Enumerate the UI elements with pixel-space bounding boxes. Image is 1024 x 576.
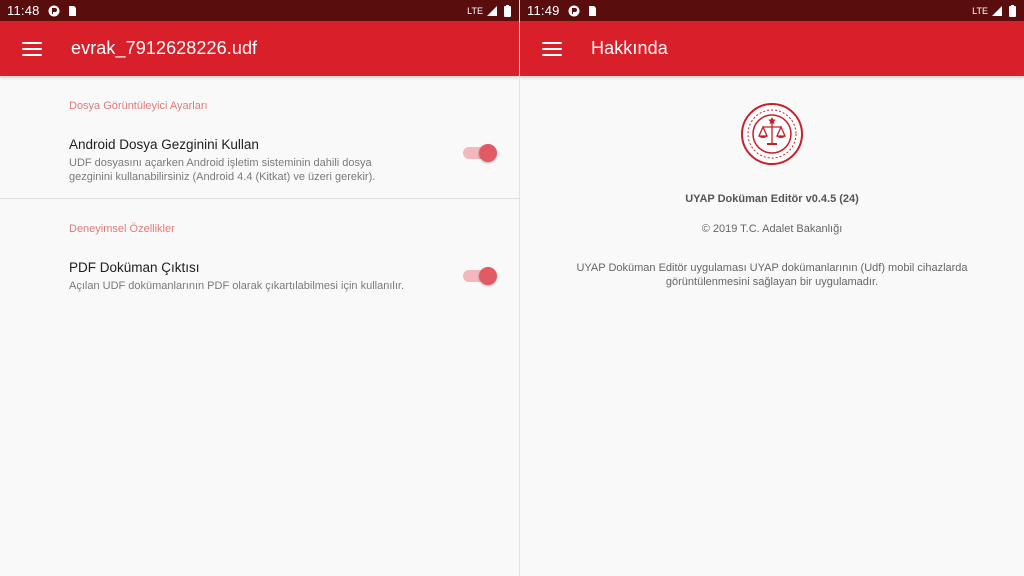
ministry-seal-logo — [741, 103, 803, 165]
section-header-file-viewer: Dosya Görüntüleyici Ayarları — [69, 100, 208, 112]
about-screen: 11:49 LTE Hakkında UYAP Doküman Editör v… — [519, 0, 1024, 576]
status-bar: 11:48 LTE — [0, 0, 519, 21]
pref-title: PDF Doküman Çıktısı — [69, 260, 200, 275]
sim-card-icon — [586, 5, 598, 17]
toggle-switch-file-browser[interactable] — [463, 143, 497, 163]
page-title: evrak_7912628226.udf — [71, 38, 258, 58]
pref-pdf-output[interactable]: PDF Doküman Çıktısı Açılan UDF dokümanla… — [0, 260, 519, 293]
pref-use-android-file-browser[interactable]: Android Dosya Gezginini Kullan UDF dosya… — [0, 137, 519, 198]
status-time: 11:48 — [7, 3, 40, 18]
notification-icon — [48, 5, 60, 17]
app-version: UYAP Doküman Editör v0.4.5 (24) — [685, 193, 859, 205]
menu-icon[interactable] — [542, 41, 562, 56]
app-description: UYAP Doküman Editör uygulaması UYAP dokü… — [576, 262, 968, 288]
toggle-switch-pdf-output[interactable] — [463, 266, 497, 286]
pref-summary: UDF dosyasını açarken Android işletim si… — [69, 157, 376, 183]
switch-thumb — [479, 144, 497, 162]
page-title: Hakkında — [591, 38, 668, 58]
pref-summary: Açılan UDF dokümanlarının PDF olarak çık… — [69, 280, 405, 292]
about-content: UYAP Doküman Editör v0.4.5 (24) © 2019 T… — [520, 103, 1024, 289]
network-type: LTE — [467, 5, 483, 16]
notification-icon — [568, 5, 580, 17]
battery-icon — [1009, 4, 1016, 17]
menu-icon[interactable] — [22, 41, 42, 56]
signal-icon — [991, 5, 1003, 17]
copyright: © 2019 T.C. Adalet Bakanlığı — [701, 223, 843, 235]
app-bar: evrak_7912628226.udf — [0, 21, 519, 76]
network-type: LTE — [972, 5, 988, 16]
switch-thumb — [479, 267, 497, 285]
app-bar: Hakkında — [520, 21, 1024, 76]
sim-card-icon — [66, 5, 78, 17]
status-bar: 11:49 LTE — [520, 0, 1024, 21]
status-time: 11:49 — [527, 3, 560, 18]
pref-title: Android Dosya Gezginini Kullan — [69, 137, 259, 152]
section-header-experimental: Deneyimsel Özellikler — [69, 223, 175, 235]
battery-icon — [504, 4, 511, 17]
settings-screen: 11:48 LTE evrak_7912628226.udf Dosya Gör… — [0, 0, 519, 576]
signal-icon — [486, 5, 498, 17]
